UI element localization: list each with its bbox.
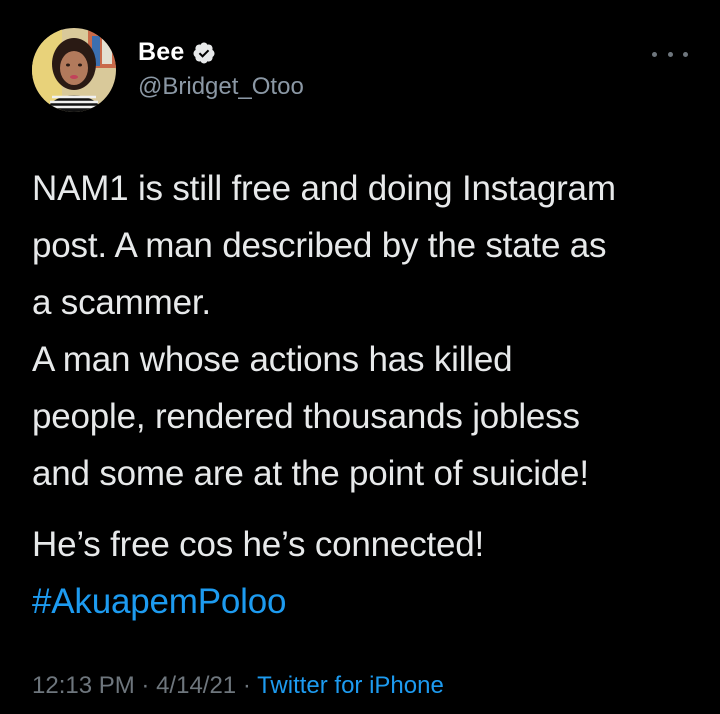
more-horizontal-icon-dot bbox=[667, 51, 673, 57]
meta-separator: · bbox=[242, 672, 251, 699]
author-handle[interactable]: @Bridget_Otoo bbox=[138, 73, 304, 101]
tweet-metadata: 12:13 PM · 4/14/21 · Twitter for iPhone bbox=[32, 672, 444, 700]
more-horizontal-icon bbox=[652, 51, 657, 57]
tweet-date[interactable]: 4/14/21 bbox=[156, 672, 236, 699]
tweet-text-line: post. A man described by the state as bbox=[32, 226, 607, 265]
avatar-image bbox=[32, 28, 116, 112]
avatar[interactable] bbox=[32, 28, 116, 112]
meta-separator: · bbox=[141, 672, 150, 699]
more-options-button[interactable] bbox=[652, 44, 688, 64]
hashtag-link[interactable]: #AkuapemPoloo bbox=[32, 582, 286, 621]
tweet-card: Bee @Bridget_Otoo NAM1 is still free and… bbox=[0, 0, 720, 714]
tweet-text: NAM1 is still free and doing Instagram p… bbox=[32, 160, 692, 630]
tweet-text-line: NAM1 is still free and doing Instagram bbox=[32, 169, 616, 208]
author-display-name[interactable]: Bee bbox=[138, 38, 184, 67]
tweet-source-link[interactable]: Twitter for iPhone bbox=[257, 672, 444, 699]
tweet-text-line: people, rendered thousands jobless bbox=[32, 397, 580, 436]
tweet-time[interactable]: 12:13 PM bbox=[32, 672, 135, 699]
verified-badge-icon bbox=[193, 42, 215, 64]
tweet-text-line: a scammer. bbox=[32, 283, 211, 322]
author-name-row: Bee bbox=[138, 38, 216, 67]
tweet-text-line: He’s free cos he’s connected! bbox=[32, 525, 485, 564]
tweet-text-line: A man whose actions has killed bbox=[32, 340, 513, 379]
more-horizontal-icon-dot bbox=[683, 51, 688, 57]
tweet-text-line: and some are at the point of suicide! bbox=[32, 454, 589, 493]
